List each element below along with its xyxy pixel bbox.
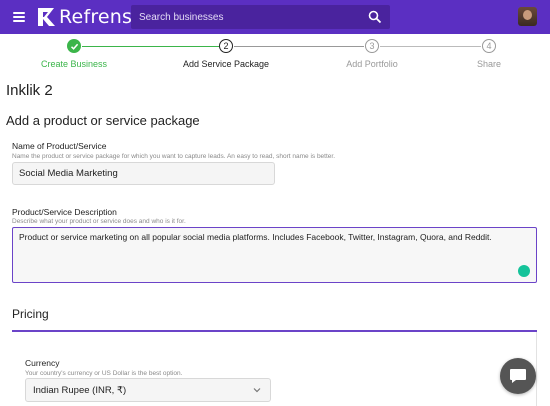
step-number: 2	[219, 39, 233, 53]
search-icon[interactable]	[368, 10, 382, 24]
refrens-logo-icon[interactable]	[36, 7, 56, 27]
step-label: Add Service Package	[182, 59, 270, 69]
step-add-service-package[interactable]: 2 Add Service Package	[166, 39, 286, 69]
currency-field-help: Your country's currency or US Dollar is …	[25, 370, 183, 377]
currency-selected-value: Indian Rupee (INR, ₹)	[33, 384, 127, 396]
pricing-title: Pricing	[12, 307, 49, 321]
logo-text[interactable]: Refrens	[59, 6, 132, 28]
section-title: Add a product or service package	[6, 113, 200, 128]
currency-select[interactable]: Indian Rupee (INR, ₹)	[25, 378, 271, 402]
step-label: Create Business	[40, 59, 108, 69]
currency-field-label: Currency	[25, 358, 60, 368]
user-avatar[interactable]	[518, 7, 537, 26]
name-field-label: Name of Product/Service	[12, 141, 107, 151]
step-create-business[interactable]: Create Business	[14, 39, 134, 69]
top-navbar: Refrens	[0, 0, 550, 34]
description-field-label: Product/Service Description	[12, 207, 117, 217]
step-number: 4	[482, 39, 496, 53]
chevron-down-icon	[253, 388, 261, 393]
step-label: Share	[476, 59, 502, 69]
description-textarea[interactable]: Product or service marketing on all popu…	[12, 227, 537, 283]
name-input[interactable]: Social Media Marketing	[12, 162, 275, 185]
grammarly-icon[interactable]	[518, 265, 530, 277]
step-share[interactable]: 4 Share	[429, 39, 549, 69]
step-label: Add Portfolio	[346, 59, 398, 69]
search-input[interactable]	[139, 5, 359, 29]
search-bar[interactable]	[131, 5, 390, 29]
check-icon	[67, 39, 81, 53]
progress-stepper: Create Business 2 Add Service Package 3 …	[0, 34, 550, 78]
page-title: Inklik 2	[6, 82, 53, 99]
chat-icon	[510, 369, 526, 383]
step-add-portfolio[interactable]: 3 Add Portfolio	[312, 39, 432, 69]
step-number: 3	[365, 39, 379, 53]
name-field-help: Name the product or service package for …	[12, 153, 336, 160]
chat-button[interactable]	[500, 358, 536, 394]
description-field-help: Describe what your product or service do…	[12, 218, 186, 225]
menu-icon[interactable]	[13, 12, 25, 22]
